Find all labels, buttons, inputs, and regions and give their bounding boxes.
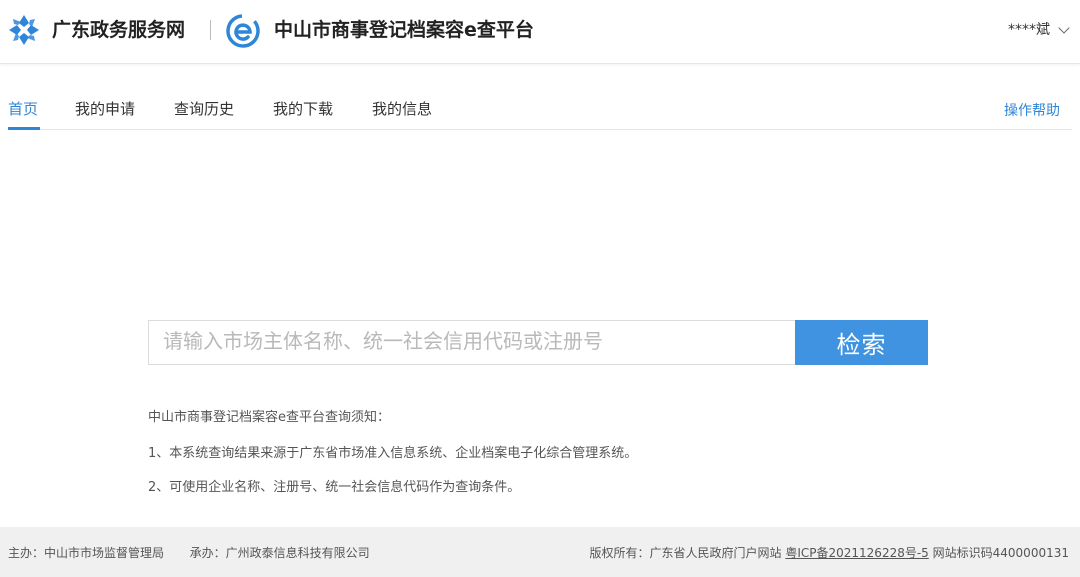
tab-my-info[interactable]: 我的信息 (372, 99, 432, 119)
notice-title: 中山市商事登记档案容e查平台查询须知： (148, 410, 390, 425)
user-menu[interactable]: ****斌 (1008, 20, 1070, 40)
search-button[interactable]: 检索 (795, 320, 928, 365)
platform-name: 中山市商事登记档案容e查平台 (274, 19, 534, 41)
e-search-logo-icon (226, 14, 260, 48)
site-name[interactable]: 广东政务服务网 (52, 18, 185, 42)
tab-my-applications[interactable]: 我的申请 (75, 99, 135, 119)
footer-right: 版权所有：广东省人民政府门户网站 粤ICP备2021126228号-5 网站标识… (590, 545, 1070, 561)
footer-site-id: 网站标识码4400000131 (932, 546, 1069, 560)
tab-query-history[interactable]: 查询历史 (174, 99, 234, 119)
chevron-down-icon (1058, 22, 1070, 34)
search-input[interactable] (148, 320, 796, 365)
notice-item: 2、可使用企业名称、注册号、统一社会信息代码作为查询条件。 (148, 480, 521, 495)
tab-my-downloads[interactable]: 我的下载 (273, 99, 333, 119)
footer-left: 主办：中山市市场监督管理局 承办：广州政泰信息科技有限公司 (8, 545, 370, 561)
footer-copyright: 版权所有：广东省人民政府门户网站 (589, 546, 782, 560)
active-tab-indicator (8, 127, 40, 130)
icp-link[interactable]: 粤ICP备2021126228号-5 (785, 546, 928, 560)
header-divider (210, 20, 211, 40)
nav-divider (8, 129, 1072, 130)
guangdong-gov-logo-icon[interactable] (8, 14, 40, 46)
main-nav (0, 88, 1080, 131)
footer-organizer: 承办：广州政泰信息科技有限公司 (189, 546, 370, 560)
user-name: ****斌 (1008, 22, 1050, 38)
operation-help-link[interactable]: 操作帮助 (1004, 101, 1060, 121)
notice-item: 1、本系统查询结果来源于广东省市场准入信息系统、企业档案电子化综合管理系统。 (148, 446, 638, 461)
tab-home[interactable]: 首页 (8, 99, 38, 119)
footer-host: 主办：中山市市场监督管理局 (8, 546, 165, 560)
